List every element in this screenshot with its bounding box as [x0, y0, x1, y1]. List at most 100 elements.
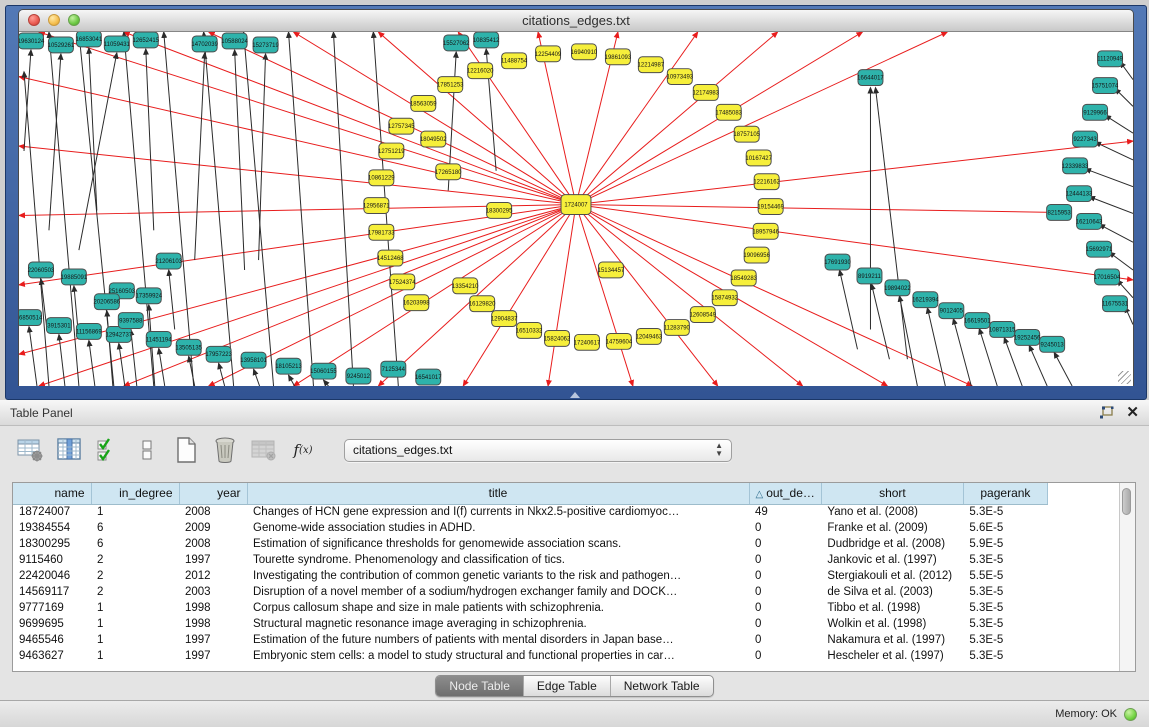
- graph-node[interactable]: 10588024: [221, 33, 248, 49]
- table-cell[interactable]: Investigating the contribution of common…: [247, 568, 749, 584]
- graph-node[interactable]: 12608549: [689, 307, 716, 323]
- table-cell[interactable]: 9463627: [13, 648, 91, 664]
- table-cell[interactable]: 5.5E-5: [963, 568, 1047, 584]
- table-cell[interactable]: Yano et al. (2008): [821, 504, 963, 520]
- table-cell[interactable]: 1: [91, 648, 179, 664]
- graph-node[interactable]: 15874932: [711, 290, 738, 306]
- graph-node[interactable]: 21206103: [155, 253, 182, 269]
- table-cell[interactable]: Embryonic stem cells: a model to study s…: [247, 648, 749, 664]
- graph-node[interactable]: 12904837: [491, 311, 518, 327]
- graph-node[interactable]: 9012405: [939, 303, 964, 319]
- table-row[interactable]: 1872400712008Changes of HCN gene express…: [13, 504, 1047, 520]
- graph-edge[interactable]: [1089, 197, 1133, 214]
- graph-edge[interactable]: [89, 48, 97, 211]
- graph-node[interactable]: 15273719: [252, 37, 279, 53]
- graph-node[interactable]: 20206586: [94, 294, 121, 310]
- table-cell[interactable]: 2009: [179, 520, 247, 536]
- graph-node[interactable]: 8215953: [1047, 205, 1072, 221]
- graph-node[interactable]: 16940910: [571, 44, 598, 60]
- column-header-pagerank[interactable]: pagerank: [963, 483, 1047, 504]
- table-cell[interactable]: Hescheler et al. (1997): [821, 648, 963, 664]
- graph-edge[interactable]: [289, 375, 295, 386]
- graph-node[interactable]: 9245012: [346, 368, 371, 384]
- table-cell[interactable]: 9115460: [13, 552, 91, 568]
- graph-edge[interactable]: [1085, 169, 1133, 187]
- delete-table-icon[interactable]: [250, 435, 278, 465]
- graph-edge[interactable]: [548, 205, 576, 386]
- column-header-name[interactable]: name: [13, 483, 91, 504]
- graph-node[interactable]: 10861229: [368, 170, 395, 186]
- graph-node[interactable]: 11059431: [104, 36, 131, 52]
- graph-edge[interactable]: [169, 270, 175, 329]
- graph-node[interactable]: 3915301: [46, 318, 71, 334]
- table-cell[interactable]: 9777169: [13, 600, 91, 616]
- graph-node[interactable]: 11283790: [664, 320, 691, 336]
- graph-node[interactable]: 11488754: [501, 53, 528, 69]
- graph-edge[interactable]: [244, 32, 274, 386]
- graph-node[interactable]: 16510332: [516, 323, 543, 339]
- network-window-titlebar[interactable]: citations_edges.txt: [19, 10, 1133, 32]
- splitter-handle-icon[interactable]: [570, 392, 580, 398]
- graph-node[interactable]: 22060503: [28, 262, 55, 278]
- tab-edge-table[interactable]: Edge Table: [523, 676, 610, 696]
- graph-node[interactable]: 18957946: [752, 223, 779, 239]
- table-cell[interactable]: 18300295: [13, 536, 91, 552]
- tab-node-table[interactable]: Node Table: [436, 676, 523, 696]
- table-cell[interactable]: 9465546: [13, 632, 91, 648]
- table-cell[interactable]: Estimation of significance thresholds fo…: [247, 536, 749, 552]
- graph-node[interactable]: 11451194: [146, 331, 172, 347]
- table-cell[interactable]: 2003: [179, 584, 247, 600]
- table-row[interactable]: 1456911722003Disruption of a novel membe…: [13, 584, 1047, 600]
- table-row[interactable]: 977716911998Corpus callosum shape and si…: [13, 600, 1047, 616]
- graph-edge[interactable]: [39, 32, 576, 205]
- network-window[interactable]: citations_edges.txt 12254409169409101986…: [5, 5, 1147, 400]
- table-cell[interactable]: 2008: [179, 504, 247, 520]
- graph-node[interactable]: 18300295: [486, 203, 513, 219]
- table-row[interactable]: 2242004622012Investigating the contribut…: [13, 568, 1047, 584]
- table-mode-icon[interactable]: [16, 435, 44, 465]
- graph-edge[interactable]: [576, 205, 633, 386]
- table-cell[interactable]: Corpus callosum shape and size in male p…: [247, 600, 749, 616]
- table-cell[interactable]: 22420046: [13, 568, 91, 584]
- graph-edge[interactable]: [1099, 224, 1133, 242]
- table-scrollbar[interactable]: [1119, 483, 1135, 671]
- table-cell[interactable]: 6: [91, 536, 179, 552]
- table-cell[interactable]: 5.3E-5: [963, 648, 1047, 664]
- table-cell[interactable]: 5.3E-5: [963, 616, 1047, 632]
- graph-node[interactable]: 13505135: [175, 339, 202, 355]
- graph-node[interactable]: 9129966: [1083, 104, 1108, 120]
- column-header-title[interactable]: title: [247, 483, 749, 504]
- graph-node[interactable]: 14702039: [191, 36, 218, 52]
- network-canvas[interactable]: 1225440916940910198610931221498711488754…: [19, 32, 1133, 386]
- graph-node[interactable]: 16853041: [76, 32, 103, 47]
- graph-node[interactable]: 17240617: [574, 334, 601, 350]
- graph-node[interactable]: 14512468: [377, 250, 404, 266]
- table-cell[interactable]: 5.3E-5: [963, 552, 1047, 568]
- graph-node[interactable]: 11120949: [1097, 51, 1123, 67]
- table-cell[interactable]: 49: [749, 504, 821, 520]
- graph-node[interactable]: 12751219: [378, 143, 405, 159]
- table-cell[interactable]: 1998: [179, 600, 247, 616]
- graph-edge[interactable]: [119, 343, 125, 386]
- table-cell[interactable]: 5.3E-5: [963, 632, 1047, 648]
- table-row[interactable]: 911546021997Tourette syndrome. Phenomeno…: [13, 552, 1047, 568]
- graph-edge[interactable]: [576, 205, 718, 386]
- graph-edge[interactable]: [1095, 142, 1133, 160]
- table-cell[interactable]: 0: [749, 536, 821, 552]
- graph-node[interactable]: 13354210: [452, 278, 479, 294]
- graph-edge[interactable]: [927, 308, 945, 386]
- table-cell[interactable]: 0: [749, 648, 821, 664]
- table-cell[interactable]: Franke et al. (2009): [821, 520, 963, 536]
- table-cell[interactable]: 1997: [179, 648, 247, 664]
- table-cell[interactable]: 2: [91, 552, 179, 568]
- float-panel-icon[interactable]: [1099, 406, 1114, 420]
- graph-edge[interactable]: [899, 296, 917, 386]
- graph-edge[interactable]: [294, 205, 576, 386]
- table-cell[interactable]: Stergiakouli et al. (2012): [821, 568, 963, 584]
- graph-edge[interactable]: [219, 363, 225, 386]
- graph-node[interactable]: 10871315: [989, 322, 1016, 338]
- graph-node[interactable]: 19630124: [19, 33, 45, 49]
- graph-node[interactable]: 10529261: [48, 37, 75, 53]
- column-visibility-icon[interactable]: [55, 435, 83, 465]
- table-cell[interactable]: 0: [749, 616, 821, 632]
